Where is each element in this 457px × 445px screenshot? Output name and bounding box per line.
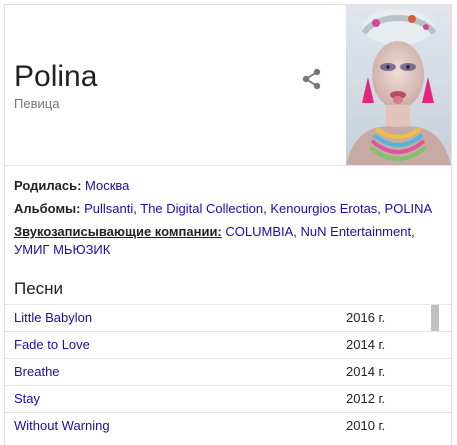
fact-link-album[interactable]: Kenourgios Erotas	[270, 201, 377, 216]
fact-link-album[interactable]: The Digital Collection	[140, 201, 263, 216]
fact-label: Родилась:	[14, 178, 82, 193]
song-row[interactable]: Little Babylon 2016 г.	[5, 304, 451, 331]
song-row[interactable]: Breathe 2014 г.	[5, 358, 451, 385]
song-row[interactable]: Fade to Love 2014 г.	[5, 331, 451, 358]
song-row[interactable]: Stay 2012 г.	[5, 385, 451, 412]
entity-subtitle: Певица	[14, 96, 60, 111]
song-row[interactable]: Without Warning 2010 г.	[5, 412, 451, 439]
fact-link-album[interactable]: POLINA	[385, 201, 433, 216]
song-year: 2014 г.	[346, 364, 386, 379]
fact-link-record-label[interactable]: УМИГ МЬЮЗИК	[14, 242, 110, 257]
separator: ,	[377, 201, 385, 216]
song-title[interactable]: Breathe	[14, 359, 60, 385]
fact-labels: Звукозаписывающие компании: COLUMBIA, Nu…	[14, 223, 444, 259]
entity-title: Polina	[14, 60, 98, 93]
fact-label-link[interactable]: Звукозаписывающие компании:	[14, 224, 222, 239]
song-title[interactable]: Little Babylon	[14, 305, 92, 331]
panel-header: Polina Певица	[5, 5, 451, 165]
song-year: 2014 г.	[346, 337, 386, 352]
fact-link-record-label[interactable]: COLUMBIA	[225, 224, 293, 239]
fact-link-album[interactable]: Pullsanti	[84, 201, 133, 216]
knowledge-panel: Polina Певица Родилась: Москва Альбомы: …	[4, 4, 452, 445]
fact-albums: Альбомы: Pullsanti, The Digital Collecti…	[14, 200, 444, 218]
separator: ,	[411, 224, 415, 239]
songs-heading: Песни	[14, 279, 64, 298]
facts-section: Родилась: Москва Альбомы: Pullsanti, The…	[14, 177, 444, 264]
separator: ,	[293, 224, 301, 239]
song-year: 2012 г.	[346, 391, 386, 406]
fact-link-birthplace[interactable]: Москва	[85, 178, 129, 193]
song-title[interactable]: Stay	[14, 386, 40, 412]
song-year: 2010 г.	[346, 418, 386, 433]
song-title[interactable]: Fade to Love	[14, 332, 90, 358]
song-title[interactable]: Without Warning	[14, 413, 110, 439]
share-icon	[302, 68, 321, 90]
songs-scrollbar-thumb[interactable]	[431, 305, 439, 331]
fact-born: Родилась: Москва	[14, 177, 444, 195]
fact-label: Альбомы:	[14, 201, 81, 216]
songs-list: Little Babylon 2016 г. Fade to Love 2014…	[5, 304, 451, 439]
fact-link-record-label[interactable]: NuN Entertainment	[301, 224, 412, 239]
header-divider	[5, 165, 451, 166]
artist-photo-image	[346, 5, 451, 165]
artist-photo[interactable]	[346, 5, 451, 165]
share-button[interactable]	[301, 67, 323, 91]
song-year: 2016 г.	[346, 310, 386, 325]
